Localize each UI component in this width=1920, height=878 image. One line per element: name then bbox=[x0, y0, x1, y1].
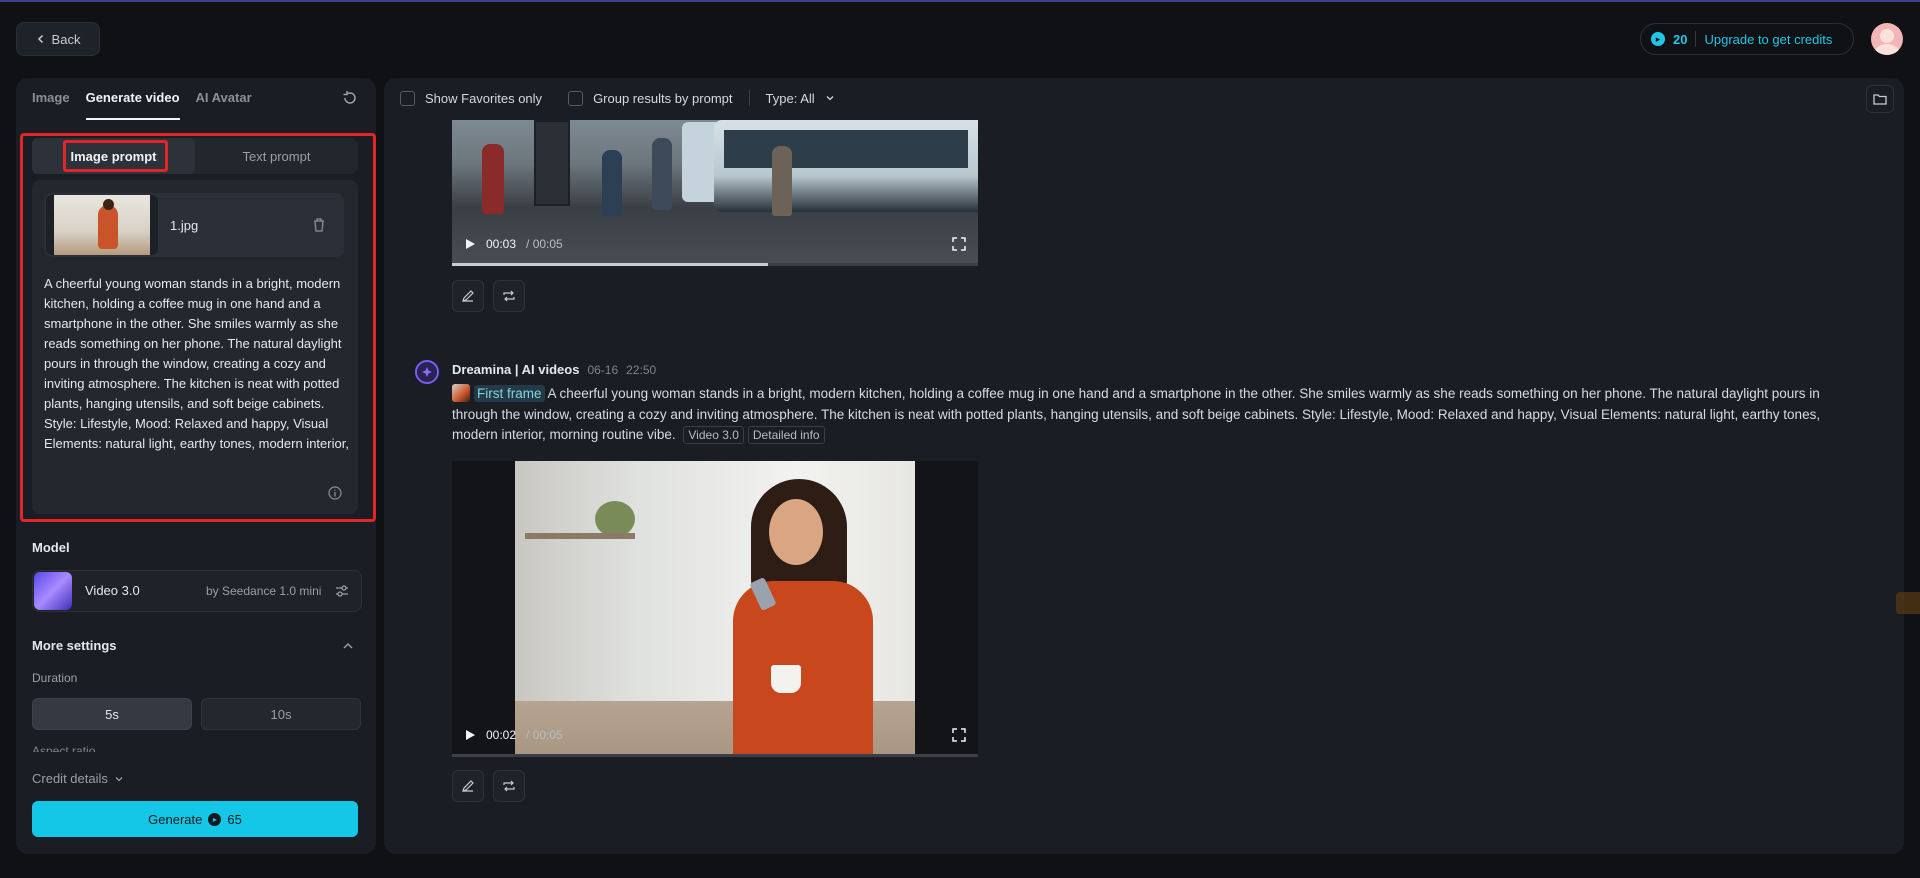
pencil-icon bbox=[462, 780, 474, 792]
credit-coin-icon: ▸ bbox=[208, 812, 222, 826]
back-label: Back bbox=[51, 31, 81, 47]
sliders-icon[interactable] bbox=[334, 583, 350, 599]
entry-date: 06-16 bbox=[587, 363, 619, 377]
video-player-street[interactable]: 00:03 / 00:05 bbox=[452, 120, 978, 266]
group-results-label[interactable]: Group results by prompt bbox=[593, 91, 732, 106]
highlight-box-image-prompt bbox=[63, 140, 168, 172]
user-avatar[interactable] bbox=[1871, 23, 1903, 55]
dreamina-logo-icon bbox=[415, 360, 439, 384]
aspect-ratio-label: Aspect ratio bbox=[32, 744, 96, 752]
pencil-icon bbox=[462, 290, 474, 302]
tab-generate-video[interactable]: Generate video bbox=[85, 90, 180, 120]
model-section-label: Model bbox=[32, 540, 70, 555]
chevron-left-icon bbox=[37, 34, 43, 44]
author-name: Dreamina | AI videos bbox=[452, 362, 580, 377]
top-accent-line bbox=[0, 0, 1920, 2]
video-current-time: 00:02 bbox=[486, 728, 517, 742]
repeat-icon bbox=[503, 780, 515, 792]
group-results-checkbox[interactable] bbox=[568, 90, 584, 106]
mode-tabs: Image Generate video AI Avatar bbox=[32, 90, 252, 120]
divider bbox=[1695, 31, 1697, 47]
upgrade-link[interactable]: Upgrade to get credits bbox=[1704, 32, 1832, 47]
results-toolbar: Show Favorites only Group results by pro… bbox=[400, 88, 835, 108]
edit-button[interactable] bbox=[452, 770, 484, 802]
highlight-box-prompt bbox=[20, 133, 376, 522]
video-progress-bar[interactable] bbox=[452, 263, 978, 266]
entry-header: Dreamina | AI videos 06-16 22:50 bbox=[452, 362, 656, 377]
edit-button[interactable] bbox=[452, 280, 484, 312]
chevron-down-icon[interactable] bbox=[825, 93, 835, 103]
show-favorites-checkbox[interactable] bbox=[400, 90, 415, 106]
fullscreen-icon[interactable] bbox=[952, 237, 966, 251]
model-chip[interactable]: Video 3.0 bbox=[683, 426, 744, 444]
credits-pill[interactable]: ▸ 20 Upgrade to get credits bbox=[1640, 23, 1854, 55]
generate-button[interactable]: Generate ▸ 65 bbox=[32, 801, 358, 837]
first-frame-thumbnail bbox=[452, 384, 470, 402]
repeat-icon bbox=[503, 290, 515, 302]
duration-5s-button[interactable]: 5s bbox=[32, 698, 192, 730]
detailed-info-chip[interactable]: Detailed info bbox=[747, 426, 825, 444]
generate-cost: 65 bbox=[227, 811, 242, 827]
generate-label: Generate bbox=[148, 811, 203, 827]
model-provider: by Seedance 1.0 mini bbox=[206, 584, 322, 598]
play-icon[interactable] bbox=[464, 729, 476, 741]
regenerate-button[interactable] bbox=[493, 770, 525, 802]
credit-coin-icon: ▸ bbox=[1651, 32, 1665, 46]
show-favorites-label[interactable]: Show Favorites only bbox=[425, 91, 542, 106]
video-current-time: 00:03 bbox=[486, 237, 517, 251]
folder-button[interactable] bbox=[1866, 85, 1894, 113]
first-frame-tag[interactable]: First frame bbox=[474, 385, 545, 402]
model-thumbnail bbox=[34, 572, 72, 610]
entry-time: 22:50 bbox=[626, 363, 657, 377]
video-progress-bar[interactable] bbox=[452, 754, 978, 757]
entry-prompt: First frame A cheerful young woman stand… bbox=[452, 384, 1832, 446]
type-filter-dropdown[interactable]: Type: All bbox=[766, 91, 815, 106]
chevron-down-icon bbox=[115, 776, 123, 781]
chevron-up-icon[interactable] bbox=[342, 640, 354, 652]
entry-prompt-text: A cheerful young woman stands in a brigh… bbox=[452, 386, 1821, 442]
credit-details-label: Credit details bbox=[32, 771, 108, 786]
video-total-time: / 00:05 bbox=[526, 237, 563, 251]
duration-10s-button[interactable]: 10s bbox=[201, 698, 361, 730]
divider bbox=[748, 90, 750, 106]
play-icon[interactable] bbox=[464, 238, 476, 250]
tab-image[interactable]: Image bbox=[32, 90, 70, 120]
video-total-time: / 00:05 bbox=[526, 728, 563, 742]
folder-icon bbox=[1873, 94, 1887, 105]
refresh-icon[interactable] bbox=[342, 90, 358, 106]
back-button[interactable]: Back bbox=[16, 22, 100, 56]
credits-count: 20 bbox=[1673, 31, 1688, 47]
side-widget-handle[interactable] bbox=[1896, 592, 1920, 614]
regenerate-button[interactable] bbox=[493, 280, 525, 312]
fullscreen-icon[interactable] bbox=[952, 728, 966, 742]
model-name: Video 3.0 bbox=[85, 583, 140, 598]
video-player-kitchen[interactable]: 00:02 / 00:05 bbox=[452, 461, 978, 757]
credit-details-toggle[interactable]: Credit details bbox=[32, 771, 124, 786]
tab-ai-avatar[interactable]: AI Avatar bbox=[196, 90, 252, 120]
more-settings-label[interactable]: More settings bbox=[32, 638, 117, 653]
duration-label: Duration bbox=[32, 671, 78, 685]
